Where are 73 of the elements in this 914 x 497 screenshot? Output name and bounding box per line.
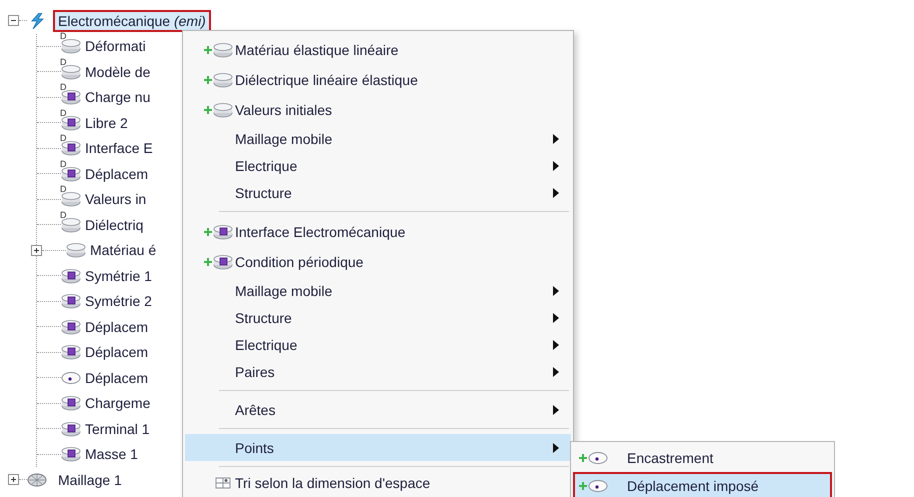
point-icon <box>61 370 81 386</box>
marker-label: D <box>60 83 66 92</box>
point-icon <box>588 478 608 494</box>
menu-item[interactable]: Tri selon la dimension d'espace <box>185 472 571 494</box>
menu-item[interactable]: Matériau élastique linéaire <box>185 35 571 65</box>
tree-item[interactable]: Interface E <box>85 140 153 156</box>
boundary-icon <box>61 395 81 412</box>
boundary-icon <box>61 140 81 156</box>
tree-item[interactable]: Déplacem <box>85 318 148 335</box>
domain-icon <box>213 72 233 88</box>
menu-item[interactable]: Electrique <box>185 152 571 179</box>
mesh-icon <box>27 472 47 488</box>
tree-item[interactable]: Valeurs in <box>85 191 146 208</box>
menu-item[interactable]: Maillage mobile <box>185 277 571 304</box>
menu-item[interactable]: Encastrement <box>573 444 832 472</box>
domain-icon <box>213 102 233 118</box>
menu-item[interactable]: Interface Electromécanique <box>185 217 571 247</box>
boundary-icon <box>213 254 233 270</box>
tree-item[interactable]: Matériau é <box>90 242 156 258</box>
menu-item[interactable]: Maillage mobile <box>185 125 571 152</box>
boundary-icon <box>61 420 81 437</box>
tree-item[interactable]: Libre 2 <box>85 114 128 131</box>
boundary-icon <box>61 114 81 131</box>
domain-icon <box>61 64 81 80</box>
tree-item[interactable]: Chargeme <box>85 395 150 412</box>
expander-icon[interactable] <box>31 244 42 256</box>
domain-icon <box>61 191 81 208</box>
domain-icon <box>66 242 86 258</box>
menu-item[interactable]: Condition périodique <box>185 247 571 277</box>
boundary-icon <box>61 89 81 106</box>
tree-item[interactable]: Terminal 1 <box>85 420 150 437</box>
tree-item[interactable]: Symétrie 1 <box>85 268 152 284</box>
menu-item[interactable]: Arêtes <box>185 396 571 423</box>
menu-item[interactable]: Electrique <box>185 331 571 358</box>
tree-item[interactable]: Electromécanique (emi) <box>53 10 211 32</box>
boundary-icon <box>61 268 81 284</box>
menu-item[interactable]: Structure <box>185 179 571 206</box>
tree-item[interactable]: Diélectriq <box>85 216 144 233</box>
tree-item[interactable]: Déplacem <box>85 166 148 182</box>
menu-item[interactable]: Structure <box>185 304 571 331</box>
tree-item[interactable]: Maillage 1 <box>53 468 127 491</box>
marker-label: D <box>60 32 66 42</box>
menu-item[interactable]: Paires <box>185 358 571 385</box>
boundary-icon <box>61 344 81 360</box>
menu-item[interactable]: Diélectrique linéaire élastique <box>185 65 571 95</box>
tree-item[interactable]: Charge nu <box>85 89 150 106</box>
marker-label: D <box>60 210 66 220</box>
marker-label: D <box>60 108 66 118</box>
boundary-icon <box>61 293 81 310</box>
domain-icon <box>61 38 81 54</box>
marker-label: D <box>60 134 66 144</box>
marker-label: D <box>60 185 66 194</box>
boundary-icon <box>61 318 81 335</box>
menu-item[interactable]: Valeurs initiales <box>185 95 571 125</box>
expander-icon[interactable] <box>8 15 19 26</box>
boundary-icon <box>61 446 81 462</box>
marker-label: D <box>60 58 66 67</box>
marker-label: D <box>60 160 66 169</box>
tree-item[interactable]: Déplacem <box>85 344 148 360</box>
boundary-icon <box>213 224 233 240</box>
domain-icon <box>61 216 81 233</box>
boundary-icon <box>61 166 81 182</box>
expander-icon[interactable] <box>8 474 19 486</box>
menu-item[interactable]: Points <box>185 434 571 461</box>
domain-icon <box>213 42 233 58</box>
tree-item[interactable]: Masse 1 <box>85 446 138 462</box>
tree-item[interactable]: Symétrie 2 <box>85 293 152 310</box>
point-icon <box>588 450 608 466</box>
grid-icon <box>213 475 233 491</box>
menu-item[interactable]: Déplacement imposé <box>573 472 832 497</box>
tree-item[interactable]: Modèle de <box>85 64 150 80</box>
tree-item[interactable]: Déplacem <box>85 370 148 386</box>
tree-item[interactable]: Déformati <box>85 38 146 54</box>
